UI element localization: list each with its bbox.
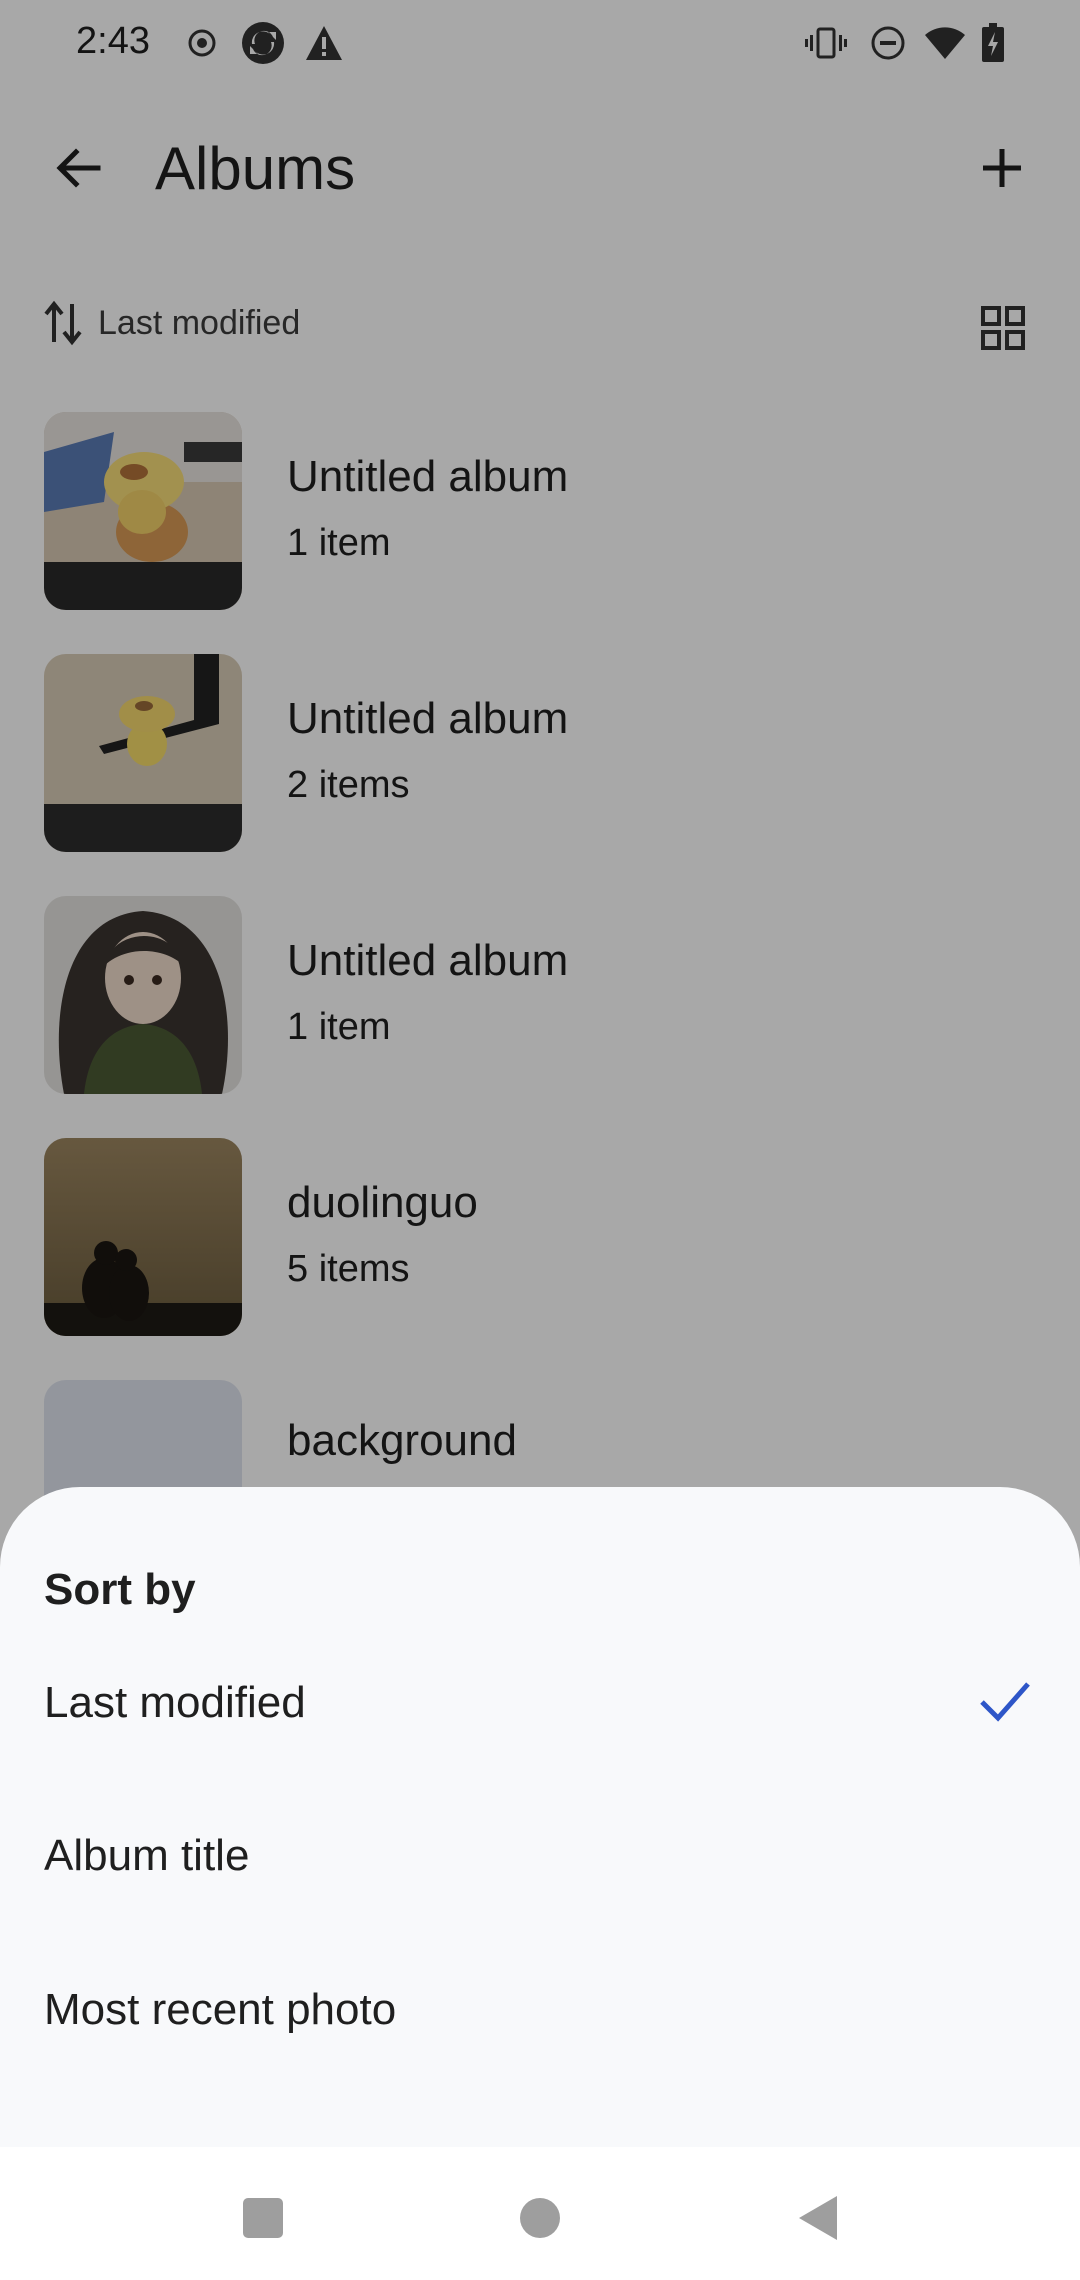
sort-option-last-modified[interactable]: Last modified bbox=[0, 1632, 1080, 1782]
screen: 2:43 Albums Last modified Untitled album… bbox=[0, 0, 1080, 2280]
sort-option-album-title[interactable]: Album title bbox=[0, 1785, 1080, 1935]
sort-option-most-recent-photo[interactable]: Most recent photo bbox=[0, 1939, 1080, 2089]
nav-back-button[interactable] bbox=[782, 2183, 852, 2253]
system-nav-bar bbox=[0, 2147, 1080, 2280]
check-icon bbox=[980, 1682, 1030, 1722]
home-button[interactable] bbox=[505, 2183, 575, 2253]
recents-button[interactable] bbox=[228, 2183, 298, 2253]
sheet-title: Sort by bbox=[44, 1565, 196, 1614]
back-triangle-icon bbox=[799, 2196, 837, 2240]
sort-option-label: Album title bbox=[44, 1831, 250, 1880]
sort-option-label: Last modified bbox=[44, 1678, 306, 1727]
sort-bottom-sheet: Sort by Last modified Album title Most r… bbox=[0, 1487, 1080, 2147]
sort-option-label: Most recent photo bbox=[44, 1985, 397, 2034]
home-circle-icon bbox=[520, 2198, 560, 2238]
recents-square-icon bbox=[243, 2198, 283, 2238]
